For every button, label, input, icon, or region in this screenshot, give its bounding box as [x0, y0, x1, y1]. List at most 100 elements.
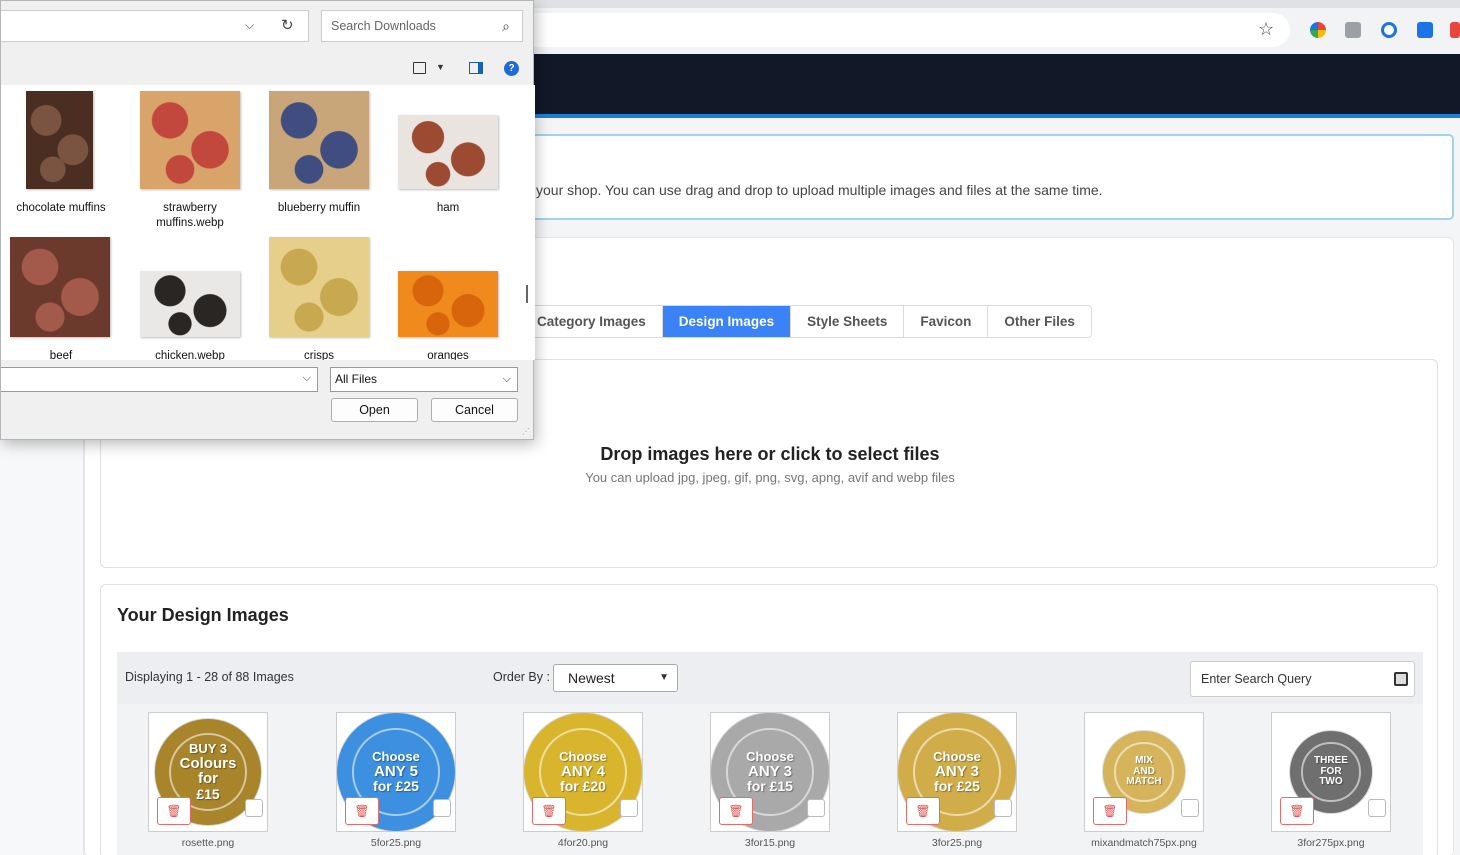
image-item[interactable]: THREE FOR TWO 🗑 3for275px.png — [1271, 712, 1391, 849]
file-name-label: strawberry muffins.webp — [156, 202, 224, 229]
trash-icon: 🗑 — [166, 804, 182, 818]
select-image-checkbox[interactable] — [620, 799, 638, 817]
rosette-text: MATCH — [1126, 776, 1162, 788]
dialog-view-bar: ▼ ? — [1, 53, 535, 85]
tab-favicon[interactable]: Favicon — [904, 306, 989, 337]
file-thumbnail — [26, 91, 93, 189]
image-filename: 3for15.png — [744, 837, 796, 849]
delete-image-button[interactable]: 🗑 — [1280, 797, 1314, 825]
chevron-down-icon[interactable]: ▼ — [436, 62, 445, 72]
delete-image-button[interactable]: 🗑 — [157, 797, 191, 825]
tab-other-files[interactable]: Other Files — [988, 306, 1091, 337]
file-item[interactable]: chocolate muffins — [1, 91, 121, 214]
image-thumbnail[interactable]: BUY 3 Colours for £15 🗑 — [148, 712, 268, 832]
image-thumbnail[interactable]: Choose ANY 5 for £25 🗑 — [336, 712, 456, 832]
resize-grip-icon[interactable]: ⋰ — [522, 427, 530, 436]
file-item[interactable]: chicken.webp — [130, 271, 250, 360]
file-name-label: beef — [49, 350, 73, 360]
search-icon: ⌕ — [502, 18, 510, 34]
address-bar[interactable] — [520, 13, 1290, 47]
refresh-icon[interactable]: ↻ — [281, 16, 294, 34]
bookmark-star-icon[interactable]: ☆ — [1258, 20, 1276, 38]
select-image-checkbox[interactable] — [994, 799, 1012, 817]
file-item[interactable]: crisps — [259, 237, 379, 360]
image-thumbnail[interactable]: MIX AND MATCH 🗑 — [1084, 712, 1204, 832]
file-item[interactable]: blueberry muffin — [259, 91, 379, 214]
select-image-checkbox[interactable] — [1368, 799, 1386, 817]
delete-image-button[interactable]: 🗑 — [719, 797, 753, 825]
delete-image-button[interactable]: 🗑 — [532, 797, 566, 825]
image-item[interactable]: Choose ANY 3 for £25 🗑 3for25.png — [897, 712, 1017, 849]
extension-icon-3[interactable] — [1381, 22, 1397, 38]
select-image-checkbox[interactable] — [807, 799, 825, 817]
file-name-label: oranges — [427, 350, 469, 360]
rosette-text: for £25 — [373, 778, 419, 795]
file-name-label: crisps — [303, 350, 335, 360]
image-item[interactable]: Choose ANY 4 for £20 🗑 4for20.png — [523, 712, 643, 849]
dialog-scrollbar[interactable] — [520, 85, 535, 360]
file-thumbnail — [398, 115, 498, 189]
file-thumbnail — [140, 91, 240, 189]
display-count: Displaying 1 - 28 of 88 Images — [125, 670, 294, 684]
order-by-value: Newest — [568, 670, 615, 686]
extension-icon-4[interactable] — [1417, 22, 1433, 38]
chevron-down-icon[interactable]: ⌵ — [245, 18, 254, 33]
select-image-checkbox[interactable] — [245, 799, 263, 817]
dialog-file-list: chocolate muffins strawberry muffins.webp… — [1, 85, 520, 360]
rosette-center: THREE FOR TWO — [1301, 742, 1361, 802]
order-by-select[interactable]: Newest ▼ — [553, 664, 678, 692]
scrollbar-thumb[interactable] — [526, 285, 528, 303]
select-image-checkbox[interactable] — [1181, 799, 1199, 817]
image-thumbnail[interactable]: Choose ANY 3 for £25 🗑 — [897, 712, 1017, 832]
image-thumbnail[interactable]: Choose ANY 4 for £20 🗑 — [523, 712, 643, 832]
image-item[interactable]: Choose ANY 3 for £15 🗑 3for15.png — [710, 712, 830, 849]
image-filename: 5for25.png — [370, 837, 422, 849]
delete-image-button[interactable]: 🗑 — [345, 797, 379, 825]
select-image-checkbox[interactable] — [433, 799, 451, 817]
image-item[interactable]: BUY 3 Colours for £15 🗑 rosette.png — [148, 712, 268, 849]
image-thumbnail[interactable]: THREE FOR TWO 🗑 — [1271, 712, 1391, 832]
delete-image-button[interactable]: 🗑 — [1093, 797, 1127, 825]
open-button[interactable]: Open — [331, 398, 418, 422]
image-item[interactable]: MIX AND MATCH 🗑 mixandmatch75px.png — [1084, 712, 1204, 849]
rosette-text: for £25 — [934, 778, 980, 795]
file-item[interactable]: ham — [388, 115, 508, 214]
file-thumbnail — [398, 271, 498, 337]
image-thumbnail[interactable]: Choose ANY 3 for £15 🗑 — [710, 712, 830, 832]
extension-icon-5[interactable] — [1450, 22, 1460, 38]
chevron-down-icon[interactable]: ⌵ — [303, 372, 311, 385]
file-name-label: blueberry muffin — [277, 202, 361, 214]
tab-style-sheets[interactable]: Style Sheets — [791, 306, 905, 337]
file-item[interactable]: oranges — [388, 271, 508, 360]
image-search-input[interactable]: Enter Search Query — [1190, 661, 1415, 697]
dialog-address-bar[interactable]: ⌵ ↻ — [1, 10, 309, 42]
extension-icon-1[interactable] — [1310, 22, 1326, 38]
file-name-input[interactable]: ⌵ — [1, 367, 318, 392]
preview-pane-icon[interactable] — [469, 62, 483, 74]
chevron-down-icon: ⌵ — [502, 373, 511, 385]
rosette-text: Choose — [746, 748, 794, 764]
trash-icon: 🗑 — [728, 804, 744, 818]
info-text: your shop. You can use drag and drop to … — [536, 182, 1103, 198]
file-item[interactable]: strawberry muffins.webp — [130, 91, 250, 229]
search-icon[interactable] — [1394, 672, 1408, 686]
file-type-tabs: Category Images Design Images Style Shee… — [500, 305, 1092, 338]
rosette-text: £15 — [196, 786, 220, 803]
trash-icon: 🗑 — [1102, 804, 1118, 818]
file-item[interactable]: beef — [1, 237, 121, 360]
tab-design-images[interactable]: Design Images — [662, 306, 792, 337]
drop-zone-subtitle: You can upload jpg, jpeg, gif, png, svg,… — [585, 470, 955, 485]
extension-icon-2[interactable] — [1345, 22, 1361, 38]
view-mode-icon[interactable] — [413, 62, 426, 74]
file-type-select[interactable]: All Files ⌵ — [330, 367, 518, 392]
file-thumbnail — [269, 237, 369, 337]
rosette-text: for £20 — [560, 778, 606, 795]
dialog-search-placeholder: Search Downloads — [331, 19, 436, 33]
search-placeholder: Enter Search Query — [1201, 672, 1312, 686]
cancel-button[interactable]: Cancel — [431, 398, 518, 422]
dialog-search-input[interactable]: Search Downloads ⌕ — [321, 10, 523, 42]
image-item[interactable]: Choose ANY 5 for £25 🗑 5for25.png — [336, 712, 456, 849]
help-icon[interactable]: ? — [504, 61, 519, 76]
design-images-card: Your Design Images Displaying 1 - 28 of … — [100, 584, 1438, 855]
delete-image-button[interactable]: 🗑 — [906, 797, 940, 825]
